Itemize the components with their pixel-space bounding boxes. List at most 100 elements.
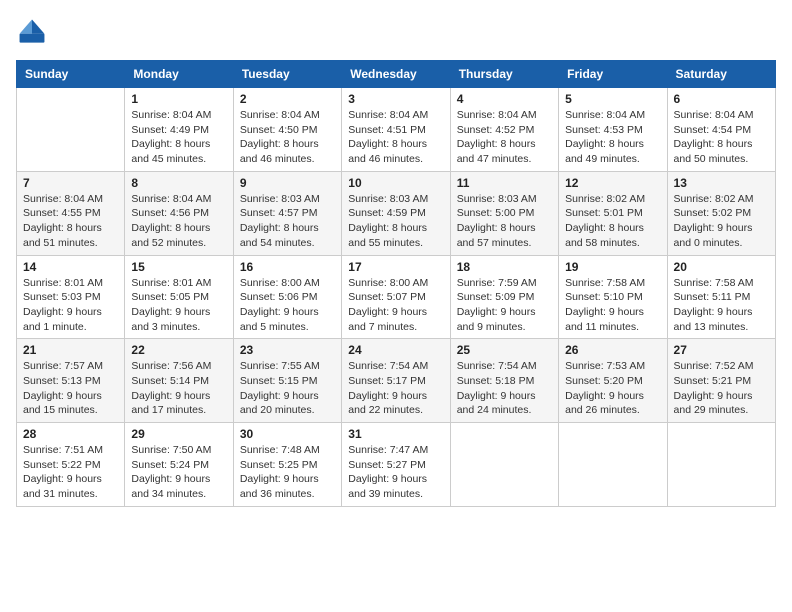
day-info: Sunrise: 8:04 AM Sunset: 4:56 PM Dayligh… <box>131 192 226 251</box>
day-info: Sunrise: 7:54 AM Sunset: 5:18 PM Dayligh… <box>457 359 552 418</box>
day-number: 14 <box>23 260 118 274</box>
day-number: 26 <box>565 343 660 357</box>
day-number: 12 <box>565 176 660 190</box>
calendar-cell: 15 Sunrise: 8:01 AM Sunset: 5:05 PM Dayli… <box>125 255 233 339</box>
calendar-cell: 21 Sunrise: 7:57 AM Sunset: 5:13 PM Dayli… <box>17 339 125 423</box>
day-number: 25 <box>457 343 552 357</box>
day-info: Sunrise: 8:01 AM Sunset: 5:05 PM Dayligh… <box>131 276 226 335</box>
day-number: 24 <box>348 343 443 357</box>
column-header-thursday: Thursday <box>450 61 558 88</box>
day-number: 21 <box>23 343 118 357</box>
calendar-cell: 1 Sunrise: 8:04 AM Sunset: 4:49 PM Daylig… <box>125 88 233 172</box>
day-number: 27 <box>674 343 769 357</box>
column-header-sunday: Sunday <box>17 61 125 88</box>
calendar-cell: 17 Sunrise: 8:00 AM Sunset: 5:07 PM Dayli… <box>342 255 450 339</box>
day-info: Sunrise: 8:02 AM Sunset: 5:01 PM Dayligh… <box>565 192 660 251</box>
calendar-week-row: 7 Sunrise: 8:04 AM Sunset: 4:55 PM Daylig… <box>17 171 776 255</box>
day-number: 19 <box>565 260 660 274</box>
day-info: Sunrise: 8:03 AM Sunset: 4:57 PM Dayligh… <box>240 192 335 251</box>
day-number: 11 <box>457 176 552 190</box>
calendar-week-row: 21 Sunrise: 7:57 AM Sunset: 5:13 PM Dayli… <box>17 339 776 423</box>
logo-icon <box>16 16 48 48</box>
day-number: 31 <box>348 427 443 441</box>
calendar-cell: 25 Sunrise: 7:54 AM Sunset: 5:18 PM Dayli… <box>450 339 558 423</box>
calendar-cell: 5Sunrise: 8:04 AM Sunset: 4:53 PM Daylig… <box>559 88 667 172</box>
logo <box>16 16 52 48</box>
column-header-wednesday: Wednesday <box>342 61 450 88</box>
calendar-cell: 13 Sunrise: 8:02 AM Sunset: 5:02 PM Dayli… <box>667 171 775 255</box>
day-info: Sunrise: 8:04 AM Sunset: 4:51 PM Dayligh… <box>348 108 443 167</box>
day-number: 16 <box>240 260 335 274</box>
day-info: Sunrise: 8:04 AM Sunset: 4:54 PM Dayligh… <box>674 108 769 167</box>
day-info: Sunrise: 7:47 AM Sunset: 5:27 PM Dayligh… <box>348 443 443 502</box>
day-info: Sunrise: 8:04 AM Sunset: 4:50 PM Dayligh… <box>240 108 335 167</box>
calendar-cell: 27 Sunrise: 7:52 AM Sunset: 5:21 PM Dayli… <box>667 339 775 423</box>
calendar-cell: 28 Sunrise: 7:51 AM Sunset: 5:22 PM Dayli… <box>17 423 125 507</box>
day-number: 6 <box>674 92 769 106</box>
day-number: 13 <box>674 176 769 190</box>
day-info: Sunrise: 7:56 AM Sunset: 5:14 PM Dayligh… <box>131 359 226 418</box>
day-number: 8 <box>131 176 226 190</box>
day-info: Sunrise: 7:57 AM Sunset: 5:13 PM Dayligh… <box>23 359 118 418</box>
calendar-cell: 16 Sunrise: 8:00 AM Sunset: 5:06 PM Dayli… <box>233 255 341 339</box>
day-number: 2 <box>240 92 335 106</box>
day-number: 30 <box>240 427 335 441</box>
day-info: Sunrise: 7:48 AM Sunset: 5:25 PM Dayligh… <box>240 443 335 502</box>
day-number: 9 <box>240 176 335 190</box>
calendar-cell <box>450 423 558 507</box>
day-info: Sunrise: 7:58 AM Sunset: 5:10 PM Dayligh… <box>565 276 660 335</box>
calendar-cell: 4Sunrise: 8:04 AM Sunset: 4:52 PM Daylig… <box>450 88 558 172</box>
day-info: Sunrise: 8:01 AM Sunset: 5:03 PM Dayligh… <box>23 276 118 335</box>
calendar-cell: 31 Sunrise: 7:47 AM Sunset: 5:27 PM Dayli… <box>342 423 450 507</box>
day-number: 15 <box>131 260 226 274</box>
day-info: Sunrise: 8:03 AM Sunset: 4:59 PM Dayligh… <box>348 192 443 251</box>
calendar-week-row: 14 Sunrise: 8:01 AM Sunset: 5:03 PM Dayli… <box>17 255 776 339</box>
day-info: Sunrise: 8:00 AM Sunset: 5:07 PM Dayligh… <box>348 276 443 335</box>
calendar-cell: 14 Sunrise: 8:01 AM Sunset: 5:03 PM Dayli… <box>17 255 125 339</box>
day-info: Sunrise: 8:04 AM Sunset: 4:49 PM Dayligh… <box>131 108 226 167</box>
day-number: 17 <box>348 260 443 274</box>
calendar-cell: 22Sunrise: 7:56 AM Sunset: 5:14 PM Dayli… <box>125 339 233 423</box>
day-number: 10 <box>348 176 443 190</box>
page-header <box>16 16 776 48</box>
calendar-cell: 7 Sunrise: 8:04 AM Sunset: 4:55 PM Daylig… <box>17 171 125 255</box>
day-number: 4 <box>457 92 552 106</box>
calendar-cell: 24Sunrise: 7:54 AM Sunset: 5:17 PM Dayli… <box>342 339 450 423</box>
day-number: 28 <box>23 427 118 441</box>
calendar-cell: 8 Sunrise: 8:04 AM Sunset: 4:56 PM Daylig… <box>125 171 233 255</box>
calendar-cell: 2 Sunrise: 8:04 AM Sunset: 4:50 PM Daylig… <box>233 88 341 172</box>
calendar-cell: 23Sunrise: 7:55 AM Sunset: 5:15 PM Dayli… <box>233 339 341 423</box>
calendar-cell: 19 Sunrise: 7:58 AM Sunset: 5:10 PM Dayli… <box>559 255 667 339</box>
calendar-cell: 3Sunrise: 8:04 AM Sunset: 4:51 PM Daylig… <box>342 88 450 172</box>
column-header-saturday: Saturday <box>667 61 775 88</box>
calendar-week-row: 28 Sunrise: 7:51 AM Sunset: 5:22 PM Dayli… <box>17 423 776 507</box>
calendar-cell: 30 Sunrise: 7:48 AM Sunset: 5:25 PM Dayli… <box>233 423 341 507</box>
calendar-cell: 20Sunrise: 7:58 AM Sunset: 5:11 PM Dayli… <box>667 255 775 339</box>
day-info: Sunrise: 7:50 AM Sunset: 5:24 PM Dayligh… <box>131 443 226 502</box>
calendar-cell <box>559 423 667 507</box>
calendar-table: SundayMondayTuesdayWednesdayThursdayFrid… <box>16 60 776 507</box>
calendar-cell: 10 Sunrise: 8:03 AM Sunset: 4:59 PM Dayli… <box>342 171 450 255</box>
day-number: 1 <box>131 92 226 106</box>
calendar-cell: 11 Sunrise: 8:03 AM Sunset: 5:00 PM Dayli… <box>450 171 558 255</box>
column-header-monday: Monday <box>125 61 233 88</box>
calendar-cell: 6 Sunrise: 8:04 AM Sunset: 4:54 PM Daylig… <box>667 88 775 172</box>
day-number: 20 <box>674 260 769 274</box>
calendar-header-row: SundayMondayTuesdayWednesdayThursdayFrid… <box>17 61 776 88</box>
day-info: Sunrise: 7:55 AM Sunset: 5:15 PM Dayligh… <box>240 359 335 418</box>
calendar-cell: 12 Sunrise: 8:02 AM Sunset: 5:01 PM Dayli… <box>559 171 667 255</box>
day-info: Sunrise: 8:00 AM Sunset: 5:06 PM Dayligh… <box>240 276 335 335</box>
day-info: Sunrise: 7:51 AM Sunset: 5:22 PM Dayligh… <box>23 443 118 502</box>
day-number: 29 <box>131 427 226 441</box>
day-number: 7 <box>23 176 118 190</box>
day-info: Sunrise: 8:03 AM Sunset: 5:00 PM Dayligh… <box>457 192 552 251</box>
day-info: Sunrise: 7:52 AM Sunset: 5:21 PM Dayligh… <box>674 359 769 418</box>
day-number: 18 <box>457 260 552 274</box>
day-info: Sunrise: 7:53 AM Sunset: 5:20 PM Dayligh… <box>565 359 660 418</box>
column-header-friday: Friday <box>559 61 667 88</box>
day-info: Sunrise: 8:02 AM Sunset: 5:02 PM Dayligh… <box>674 192 769 251</box>
day-info: Sunrise: 7:59 AM Sunset: 5:09 PM Dayligh… <box>457 276 552 335</box>
day-number: 5 <box>565 92 660 106</box>
day-info: Sunrise: 8:04 AM Sunset: 4:55 PM Dayligh… <box>23 192 118 251</box>
calendar-cell: 26 Sunrise: 7:53 AM Sunset: 5:20 PM Dayli… <box>559 339 667 423</box>
